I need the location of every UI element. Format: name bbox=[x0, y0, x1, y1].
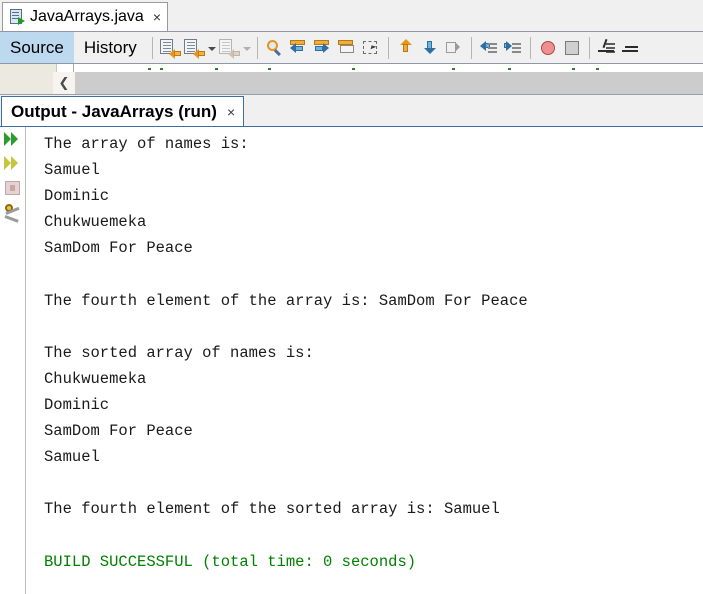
output-gutter-toolbar bbox=[0, 127, 26, 594]
chevron-down-icon-forward[interactable] bbox=[241, 37, 252, 59]
next-bookmark-icon[interactable] bbox=[419, 37, 441, 59]
output-line: Samuel bbox=[44, 448, 100, 467]
output-line: Dominic bbox=[44, 187, 110, 206]
output-line: The sorted array of names is: bbox=[44, 343, 314, 362]
output-line: SamDom For Peace bbox=[44, 422, 193, 441]
output-tab-label: Output - JavaArrays (run) bbox=[11, 102, 217, 121]
forward-icon[interactable] bbox=[218, 37, 240, 59]
tab-output-javaarrays-run[interactable]: Output - JavaArrays (run) × bbox=[1, 96, 245, 127]
output-body: The array of names is: Samuel Dominic Chukw… bbox=[0, 127, 703, 594]
output-line: BUILD SUCCESSFUL (total time: 0 seconds) bbox=[44, 552, 417, 571]
scroll-left-icon[interactable]: ❮ bbox=[53, 72, 75, 94]
editor-toolbar: Source History bbox=[0, 31, 703, 64]
chevron-down-icon-back[interactable] bbox=[206, 37, 217, 59]
output-line: Chukwuemeka bbox=[44, 369, 147, 388]
output-line: The fourth element of the sorted array i… bbox=[44, 500, 500, 519]
settings-icon[interactable] bbox=[2, 201, 23, 223]
tab-history[interactable]: History bbox=[74, 32, 147, 63]
rerun-alt-icon[interactable] bbox=[2, 153, 23, 174]
close-icon[interactable]: × bbox=[153, 10, 161, 24]
last-edit-icon[interactable] bbox=[159, 37, 181, 59]
toolbar-separator bbox=[588, 36, 590, 59]
rerun-icon[interactable] bbox=[2, 129, 23, 150]
output-line: The fourth element of the array is: SamD… bbox=[44, 291, 528, 310]
find-previous-icon[interactable] bbox=[288, 37, 310, 59]
previous-bookmark-icon[interactable] bbox=[395, 37, 417, 59]
editor-horizontal-scrollbar[interactable]: ❮ bbox=[0, 72, 703, 94]
output-line: Dominic bbox=[44, 395, 110, 414]
uncomment-icon[interactable] bbox=[620, 37, 642, 59]
toolbar-separator bbox=[387, 36, 389, 59]
tab-history-label: History bbox=[83, 37, 137, 57]
java-file-icon bbox=[9, 9, 25, 25]
tab-source[interactable]: Source bbox=[0, 32, 74, 63]
back-icon[interactable] bbox=[183, 37, 205, 59]
editor-scroll-row: ❮ bbox=[0, 64, 703, 95]
toolbar-separator bbox=[470, 36, 472, 59]
output-console-text[interactable]: The array of names is: Samuel Dominic Chukw… bbox=[26, 127, 703, 594]
toggle-highlight-icon[interactable] bbox=[360, 37, 382, 59]
chevron-left-icon: ❮ bbox=[58, 75, 70, 91]
output-tab-row: Output - JavaArrays (run) × bbox=[0, 95, 703, 127]
output-line: Samuel bbox=[44, 161, 100, 180]
find-selection-icon[interactable] bbox=[264, 37, 286, 59]
editor-tab-strip: JavaArrays.java × bbox=[0, 0, 703, 31]
scrollbar-thumb[interactable] bbox=[75, 72, 703, 94]
shift-left-icon[interactable] bbox=[478, 37, 500, 59]
editor-file-tab-javaarrays[interactable]: JavaArrays.java × bbox=[2, 2, 169, 31]
comment-icon[interactable] bbox=[596, 37, 618, 59]
toolbar-separator bbox=[151, 36, 153, 59]
toolbar-separator bbox=[256, 36, 258, 59]
find-next-icon[interactable] bbox=[312, 37, 334, 59]
stop-icon[interactable] bbox=[561, 37, 583, 59]
output-line: The array of names is: bbox=[44, 135, 249, 153]
toggle-breakpoint-icon[interactable] bbox=[537, 37, 559, 59]
toolbar-separator bbox=[529, 36, 531, 59]
close-icon[interactable]: × bbox=[227, 105, 235, 119]
toggle-rect-selection-icon[interactable] bbox=[336, 37, 358, 59]
output-line: SamDom For Peace bbox=[44, 239, 193, 258]
tab-source-label: Source bbox=[10, 37, 64, 57]
editor-file-tab-label: JavaArrays.java bbox=[30, 8, 144, 25]
editor-code-peek bbox=[0, 64, 703, 72]
shift-right-icon[interactable] bbox=[502, 37, 524, 59]
output-line: Chukwuemeka bbox=[44, 213, 147, 232]
toggle-bookmark-icon[interactable] bbox=[443, 37, 465, 59]
output-window: Output - JavaArrays (run) × The array of… bbox=[0, 95, 703, 594]
stop-process-icon bbox=[2, 177, 23, 198]
